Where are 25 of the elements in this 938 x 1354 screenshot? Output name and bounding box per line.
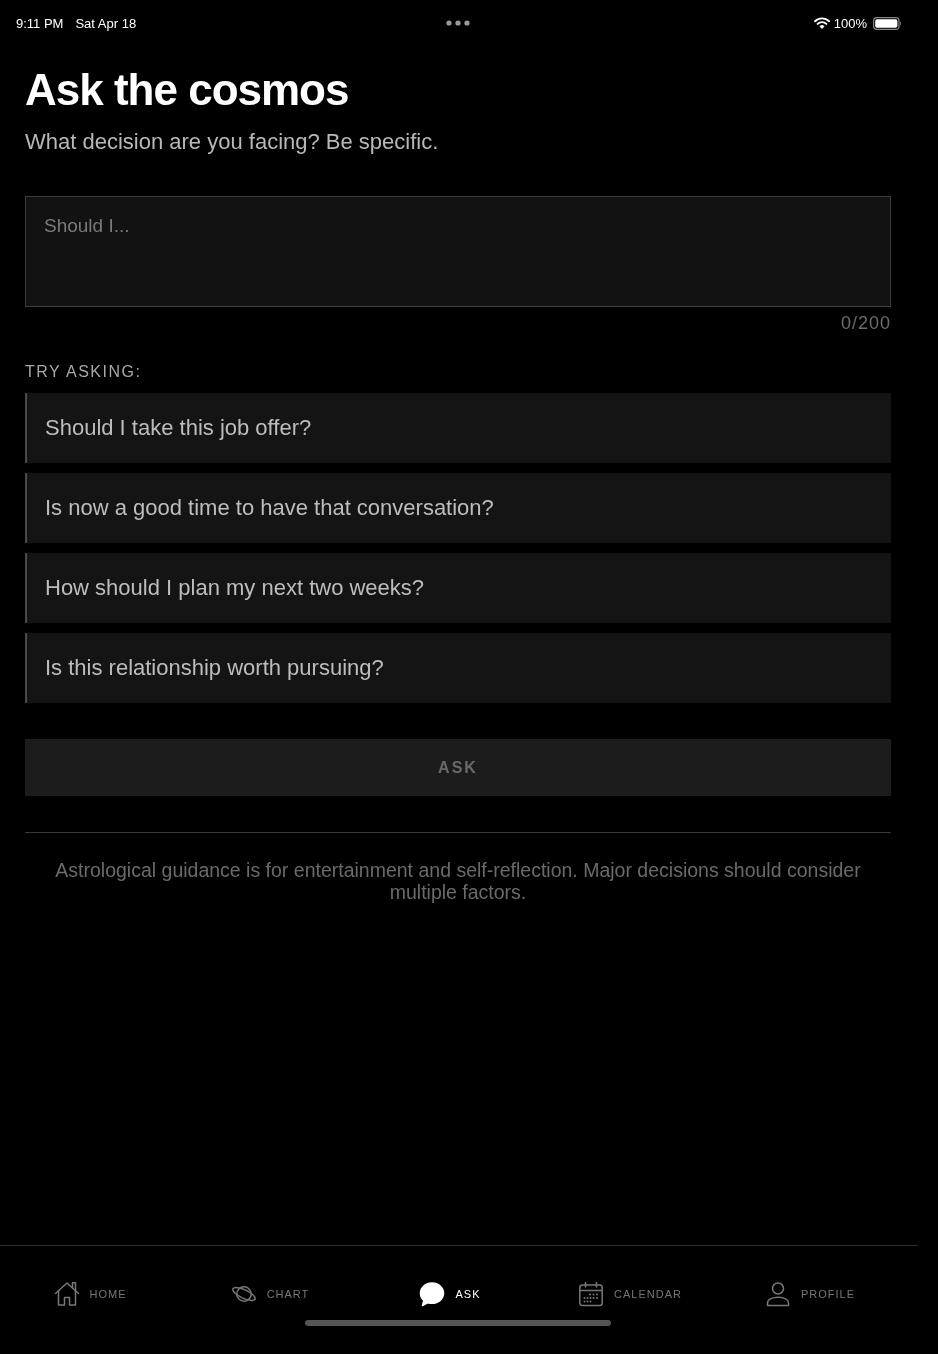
battery-percent: 100%	[833, 15, 867, 31]
chat-bubble-icon	[419, 1281, 446, 1307]
date-label: Sat Apr 18	[75, 15, 137, 31]
person-icon	[764, 1281, 791, 1307]
wifi-icon	[813, 17, 830, 29]
tab[interactable]: HOME	[0, 1280, 180, 1308]
calendar-icon	[578, 1281, 605, 1307]
battery-icon	[873, 16, 902, 30]
suggestion-button[interactable]: Should I take this job offer?	[25, 393, 891, 463]
page-title: Ask the cosmos	[25, 64, 349, 116]
tab[interactable]: ASK	[360, 1280, 540, 1308]
section-heading: TRY ASKING:	[25, 362, 142, 382]
suggestion-button[interactable]: Is now a good time to have that conversation?	[25, 473, 891, 543]
tab[interactable]: PROFILE	[720, 1280, 900, 1308]
tab[interactable]: CALENDAR	[540, 1280, 720, 1308]
tab[interactable]: CHART	[180, 1280, 360, 1308]
ellipsis-icon[interactable]	[446, 20, 470, 26]
suggestion-button[interactable]: How should I plan my next two weeks?	[25, 553, 891, 623]
question-field[interactable]: Should I...	[25, 196, 891, 307]
disclaimer-text: Astrological guidance is for entertainment and self-reflection. Major decisions should consider multiple factors.	[54, 859, 862, 903]
character-counter: 0/200	[840, 312, 891, 334]
page-subtitle: What decision are you facing? Be specific.	[25, 128, 439, 156]
house-icon	[53, 1281, 80, 1307]
suggestion-button[interactable]: Is this relationship worth pursuing?	[25, 633, 891, 703]
time-label: 9:11 PM	[16, 15, 64, 31]
